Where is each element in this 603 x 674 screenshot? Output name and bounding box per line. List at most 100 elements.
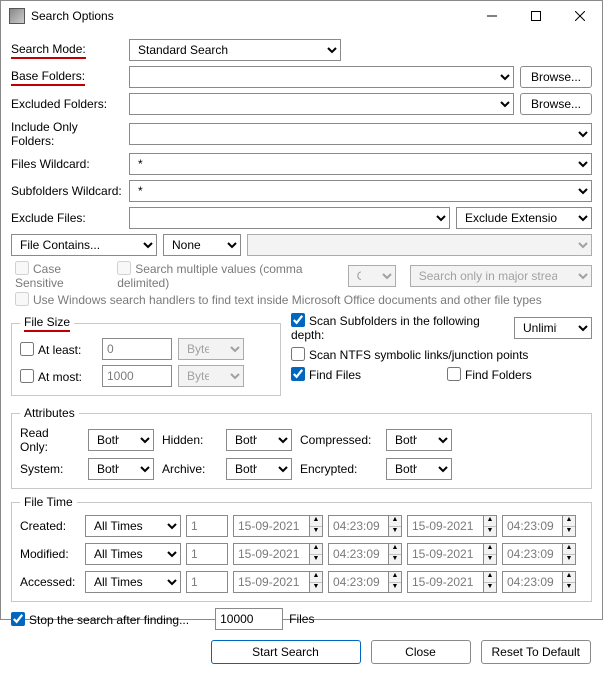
read-only-select[interactable]: Both xyxy=(88,429,154,451)
stop-after-option[interactable]: Stop the search after finding... xyxy=(11,612,189,627)
accessed-from-date xyxy=(233,571,309,593)
subfolders-wildcard-select[interactable]: * xyxy=(129,180,592,202)
spin-buttons: ▲▼ xyxy=(483,515,497,537)
at-most-option[interactable]: At most: xyxy=(20,369,96,384)
search-mode-label: Search Mode: xyxy=(11,42,123,59)
find-folders-checkbox[interactable] xyxy=(447,367,461,381)
multi-values-checkbox xyxy=(117,261,131,275)
accessed-to-date xyxy=(407,571,483,593)
case-sensitive-option: Case Sensitive xyxy=(15,261,103,290)
spin-buttons: ▲▼ xyxy=(388,543,402,565)
spin-buttons: ▲▼ xyxy=(483,571,497,593)
modified-to-time xyxy=(502,543,562,565)
at-least-checkbox[interactable] xyxy=(20,342,34,356)
system-select[interactable]: Both xyxy=(88,458,154,480)
reset-default-button[interactable]: Reset To Default xyxy=(481,640,592,664)
spin-buttons: ▲▼ xyxy=(562,543,576,565)
multi-values-option: Search multiple values (comma delimited) xyxy=(117,261,334,290)
file-contains-mode-select[interactable]: None xyxy=(163,234,241,256)
hidden-label: Hidden: xyxy=(162,433,218,447)
modified-mode-select[interactable]: All Times xyxy=(85,543,181,565)
modified-label: Modified: xyxy=(20,547,80,561)
window-title: Search Options xyxy=(31,9,114,23)
exclude-files-label: Exclude Files: xyxy=(11,211,123,225)
encrypted-label: Encrypted: xyxy=(300,462,378,476)
accessed-mode-select[interactable]: All Times xyxy=(85,571,181,593)
minimize-button[interactable] xyxy=(470,1,514,31)
stop-after-files-label: Files xyxy=(289,612,314,626)
excluded-folders-label: Excluded Folders: xyxy=(11,97,123,111)
include-only-folders-select[interactable] xyxy=(129,123,592,145)
include-only-folders-label: Include Only Folders: xyxy=(11,120,123,148)
accessed-label: Accessed: xyxy=(20,575,80,589)
at-most-checkbox[interactable] xyxy=(20,369,34,383)
app-icon xyxy=(9,8,25,24)
find-folders-option[interactable]: Find Folders xyxy=(447,367,532,382)
spin-buttons: ▲▼ xyxy=(309,543,323,565)
system-label: System: xyxy=(20,462,80,476)
created-to-date xyxy=(407,515,483,537)
at-least-unit-select: Bytes xyxy=(178,338,244,360)
spin-buttons: ▲▼ xyxy=(562,515,576,537)
at-most-value xyxy=(102,365,172,387)
files-wildcard-label: Files Wildcard: xyxy=(11,157,123,171)
file-contains-select[interactable]: File Contains... xyxy=(11,234,157,256)
spin-buttons: ▲▼ xyxy=(309,571,323,593)
find-files-option[interactable]: Find Files xyxy=(291,367,441,382)
spin-buttons: ▲▼ xyxy=(309,515,323,537)
archive-label: Archive: xyxy=(162,462,218,476)
accessed-to-time xyxy=(502,571,562,593)
stop-after-checkbox[interactable] xyxy=(11,612,25,626)
created-label: Created: xyxy=(20,519,80,533)
created-mode-select[interactable]: All Times xyxy=(85,515,181,537)
created-from-date xyxy=(233,515,309,537)
compressed-select[interactable]: Both xyxy=(386,429,452,451)
find-files-checkbox[interactable] xyxy=(291,367,305,381)
file-contains-value-select xyxy=(247,234,592,256)
spin-buttons: ▲▼ xyxy=(562,571,576,593)
files-wildcard-select[interactable]: * xyxy=(129,153,592,175)
base-folders-browse-button[interactable]: Browse... xyxy=(520,66,592,88)
created-to-time xyxy=(502,515,562,537)
spin-buttons: ▲▼ xyxy=(483,543,497,565)
exclude-extensions-select[interactable]: Exclude Extensions List xyxy=(456,207,592,229)
compressed-label: Compressed: xyxy=(300,433,378,447)
hidden-select[interactable]: Both xyxy=(226,429,292,451)
scan-ntfs-option[interactable]: Scan NTFS symbolic links/junction points xyxy=(291,347,528,362)
accessed-count xyxy=(186,571,228,593)
at-least-option[interactable]: At least: xyxy=(20,342,96,357)
windows-handlers-option: Use Windows search handlers to find text… xyxy=(15,292,542,307)
or-and-select: Or xyxy=(348,265,396,287)
subfolders-wildcard-label: Subfolders Wildcard: xyxy=(11,184,123,198)
major-streams-select: Search only in major streams xyxy=(410,265,592,287)
search-mode-select[interactable]: Standard Search xyxy=(129,39,341,61)
modified-from-date xyxy=(233,543,309,565)
at-least-value xyxy=(102,338,172,360)
archive-select[interactable]: Both xyxy=(226,458,292,480)
file-size-legend: File Size xyxy=(20,315,74,332)
scan-subfolders-option[interactable]: Scan Subfolders in the following depth: xyxy=(291,313,508,342)
spin-buttons: ▲▼ xyxy=(388,571,402,593)
scan-subfolders-checkbox[interactable] xyxy=(291,313,305,327)
scan-depth-select[interactable]: Unlimited xyxy=(514,317,592,339)
windows-handlers-checkbox xyxy=(15,292,29,306)
close-dialog-button[interactable]: Close xyxy=(371,640,471,664)
close-button[interactable] xyxy=(558,1,602,31)
file-time-legend: File Time xyxy=(20,495,77,509)
modified-from-time xyxy=(328,543,388,565)
encrypted-select[interactable]: Both xyxy=(386,458,452,480)
at-most-unit-select: Bytes xyxy=(178,365,244,387)
titlebar: Search Options xyxy=(1,1,602,31)
exclude-files-select[interactable] xyxy=(129,207,450,229)
excluded-folders-browse-button[interactable]: Browse... xyxy=(520,93,592,115)
start-search-button[interactable]: Start Search xyxy=(211,640,361,664)
excluded-folders-select[interactable] xyxy=(129,93,514,115)
spin-buttons: ▲▼ xyxy=(388,515,402,537)
modified-count xyxy=(186,543,228,565)
maximize-button[interactable] xyxy=(514,1,558,31)
attributes-legend: Attributes xyxy=(20,406,79,420)
base-folders-select[interactable] xyxy=(129,66,514,88)
scan-ntfs-checkbox[interactable] xyxy=(291,347,305,361)
stop-after-count[interactable] xyxy=(215,608,283,630)
created-from-time xyxy=(328,515,388,537)
